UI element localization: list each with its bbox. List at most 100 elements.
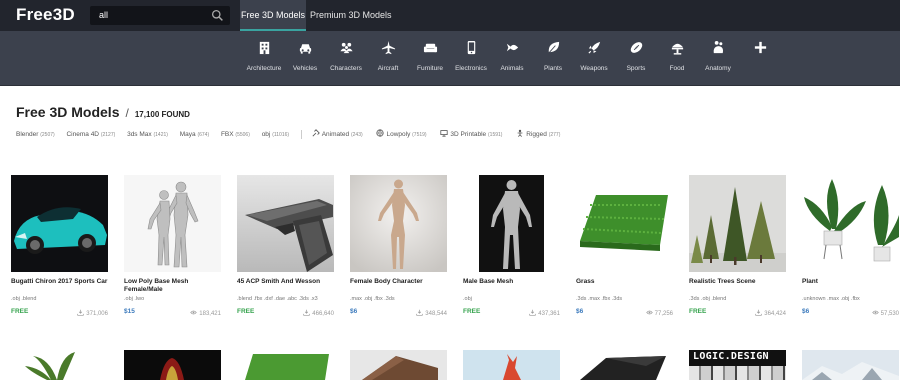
model-stat: 57,530 bbox=[871, 309, 899, 317]
site-logo[interactable]: Free3D bbox=[16, 5, 75, 25]
stat-value: 364,424 bbox=[764, 311, 786, 317]
category-characters[interactable]: Characters bbox=[322, 40, 370, 72]
tab-free-3d-models[interactable]: Free 3D Models bbox=[240, 0, 306, 31]
filter-cinema-4d[interactable]: Cinema 4D (2127) bbox=[66, 131, 115, 138]
model-card-row2-8[interactable] bbox=[802, 350, 899, 380]
model-price: FREE bbox=[689, 308, 707, 315]
model-title[interactable]: Bugatti Chiron 2017 Sports Car bbox=[11, 278, 111, 286]
model-card-row2-1[interactable] bbox=[11, 350, 108, 380]
model-card-row2-3[interactable] bbox=[237, 350, 334, 380]
filter-label: obj bbox=[261, 131, 271, 138]
football-icon bbox=[630, 42, 642, 53]
search-box[interactable]: all bbox=[90, 6, 230, 25]
model-card-grass[interactable]: Grass .3ds .max .fbx .3ds $6 77,256 bbox=[576, 175, 673, 317]
filter-3ds-max[interactable]: 3ds Max (1421) bbox=[127, 131, 168, 138]
model-thumbnail[interactable] bbox=[350, 350, 447, 380]
model-title[interactable]: Male Base Mesh bbox=[463, 278, 563, 286]
filter-count: (7519) bbox=[412, 132, 427, 138]
model-thumbnail[interactable] bbox=[463, 350, 560, 380]
model-title[interactable]: Realistic Trees Scene bbox=[689, 278, 789, 286]
model-stat: 348,544 bbox=[416, 309, 447, 317]
logic-design-text: LOGIC.DESIGN bbox=[693, 351, 769, 362]
model-card-45-acp-smith-wesson[interactable]: 45 ACP Smith And Wesson .blend .fbx .dxf… bbox=[237, 175, 334, 317]
category-label: Characters bbox=[330, 65, 362, 72]
model-thumbnail[interactable] bbox=[124, 350, 221, 380]
stat-value: 466,640 bbox=[312, 311, 334, 317]
model-card-bugatti[interactable]: Bugatti Chiron 2017 Sports Car .obj .ble… bbox=[11, 175, 108, 317]
filter-label: Animated bbox=[321, 131, 350, 138]
model-thumbnail[interactable] bbox=[124, 175, 221, 272]
model-card-realistic-trees[interactable]: Realistic Trees Scene .3ds .obj .blend F… bbox=[689, 175, 786, 317]
filter-label: Lowpoly bbox=[386, 131, 411, 138]
filter-obj[interactable]: obj (11016) bbox=[262, 131, 289, 138]
category-more[interactable] bbox=[736, 40, 784, 55]
model-card-male-base-mesh[interactable]: Male Base Mesh .obj FREE 437,361 bbox=[463, 175, 560, 317]
filter-animated[interactable]: Animated (243) bbox=[312, 129, 363, 138]
model-card-row2-5[interactable] bbox=[463, 350, 560, 380]
model-card-female-body[interactable]: Female Body Character .max .obj .fbx .3d… bbox=[350, 175, 447, 317]
category-label: Aircraft bbox=[377, 65, 399, 72]
model-thumbnail[interactable] bbox=[576, 175, 673, 272]
filter-fbx[interactable]: FBX (5506) bbox=[221, 131, 250, 138]
model-title[interactable]: 45 ACP Smith And Wesson bbox=[237, 278, 337, 286]
filter-count: (2127) bbox=[100, 132, 116, 138]
model-thumbnail[interactable] bbox=[11, 350, 108, 380]
filter-3d-printable[interactable]: 3D Printable (1591) bbox=[440, 129, 502, 138]
tab-premium-3d-models[interactable]: Premium 3D Models bbox=[310, 0, 392, 31]
model-thumbnail[interactable] bbox=[350, 175, 447, 272]
model-card-row2-7[interactable]: LOGIC.DESIGN bbox=[689, 350, 786, 380]
top-bar: Free3D all Free 3D Models Premium 3D Mod… bbox=[0, 0, 900, 31]
model-thumbnail[interactable] bbox=[237, 350, 334, 380]
filter-bar: Blender (2507) Cinema 4D (2127) 3ds Max … bbox=[16, 129, 572, 141]
model-thumbnail[interactable] bbox=[689, 175, 786, 272]
model-thumbnail[interactable] bbox=[802, 350, 899, 380]
filter-lowpoly[interactable]: Lowpoly (7519) bbox=[376, 129, 427, 138]
anatomy-icon bbox=[713, 40, 723, 54]
filter-maya[interactable]: Maya (674) bbox=[180, 131, 209, 138]
phone-icon bbox=[467, 40, 475, 55]
download-icon bbox=[755, 309, 762, 316]
download-icon bbox=[416, 309, 423, 316]
search-input[interactable]: all bbox=[99, 10, 108, 20]
filter-count: (11016) bbox=[272, 132, 290, 138]
printer-icon bbox=[440, 130, 449, 137]
filter-rigged[interactable]: Rigged (277) bbox=[516, 129, 560, 138]
model-title[interactable]: Low Poly Base Mesh Female/Male bbox=[124, 278, 224, 294]
model-title[interactable]: Plant bbox=[802, 278, 900, 286]
category-aircraft[interactable]: Aircraft bbox=[364, 40, 412, 72]
model-formats: .3ds .obj .blend bbox=[689, 296, 727, 302]
model-thumbnail[interactable] bbox=[802, 175, 899, 272]
model-thumbnail[interactable] bbox=[11, 175, 108, 272]
filter-label: Rigged bbox=[526, 131, 547, 138]
category-anatomy[interactable]: Anatomy bbox=[694, 40, 742, 72]
model-thumbnail[interactable] bbox=[237, 175, 334, 272]
model-title[interactable]: Grass bbox=[576, 278, 676, 286]
model-title[interactable]: Female Body Character bbox=[350, 278, 450, 286]
model-thumbnail[interactable] bbox=[576, 350, 673, 380]
category-weapons[interactable]: Weapons bbox=[570, 40, 618, 72]
rigged-icon bbox=[517, 129, 523, 137]
model-thumbnail[interactable] bbox=[463, 175, 560, 272]
model-card-row2-6[interactable] bbox=[576, 350, 673, 380]
model-price: FREE bbox=[237, 308, 255, 315]
model-formats: .max .obj .fbx .3ds bbox=[350, 296, 395, 302]
model-card-plant[interactable]: Plant .unknown .max .obj .fbx $6 57,530 bbox=[802, 175, 899, 317]
search-icon[interactable] bbox=[211, 9, 224, 22]
filter-count: (243) bbox=[350, 132, 363, 138]
model-card-low-poly-base-mesh[interactable]: Low Poly Base Mesh Female/Male .obj .lwo… bbox=[124, 175, 221, 317]
model-card-row2-2[interactable] bbox=[124, 350, 221, 380]
model-stat: 437,361 bbox=[529, 309, 560, 317]
filter-count: (5506) bbox=[235, 132, 250, 138]
building-icon bbox=[259, 41, 269, 55]
filter-blender[interactable]: Blender (2507) bbox=[16, 131, 55, 138]
sofa-icon bbox=[423, 43, 437, 53]
food-icon bbox=[671, 43, 683, 55]
download-icon bbox=[303, 309, 310, 316]
thumbnail-strip bbox=[689, 366, 786, 380]
eye-icon bbox=[190, 310, 198, 315]
title-separator: / bbox=[125, 106, 129, 120]
model-stat: 183,421 bbox=[190, 309, 221, 317]
model-card-row2-4[interactable] bbox=[350, 350, 447, 380]
model-formats: .3ds .max .fbx .3ds bbox=[576, 296, 623, 302]
rocket-icon bbox=[587, 41, 600, 54]
